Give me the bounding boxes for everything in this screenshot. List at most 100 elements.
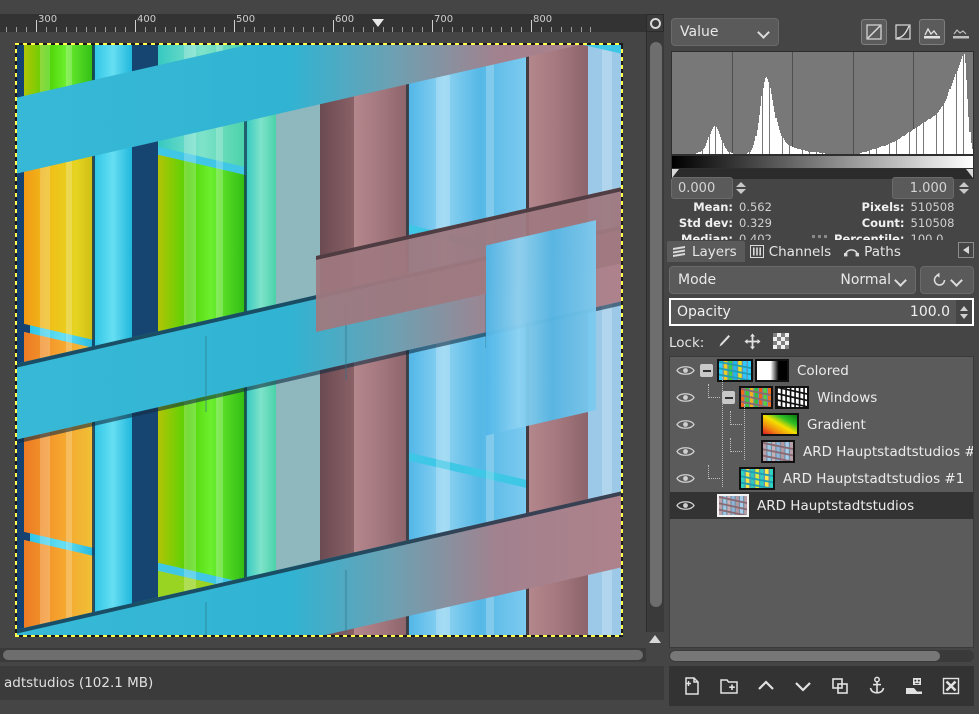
layer-mode-switch-button[interactable] [920,266,974,294]
dock-separator-grip[interactable] [804,234,834,239]
layer-visibility-toggle[interactable] [670,364,700,377]
dock-menu-button[interactable] [958,242,974,258]
layer-name[interactable]: Gradient [807,417,866,433]
layer-visibility-toggle[interactable] [670,391,700,404]
layer-row[interactable]: Colored [670,357,973,384]
layer-row[interactable]: ARD Hauptstadtstudios [670,492,973,519]
histogram-value-gradient [671,155,974,169]
layer-list-horizontal-scrollbar[interactable] [669,650,974,662]
histogram-range-low-input[interactable]: 0.000 [671,177,733,199]
navigate-image-button[interactable] [646,14,664,32]
layer-visibility-toggle[interactable] [670,445,700,458]
duplicate-icon [832,678,848,694]
layer-tree-trunk [722,377,723,487]
layer-lock-row: Lock: [669,332,974,354]
canvas-horizontal-scrollbar[interactable] [0,648,646,662]
logarithmic-histogram-button[interactable] [890,19,916,45]
tab-paths[interactable]: Paths [839,241,909,262]
layer-name[interactable]: Colored [797,363,849,379]
new-layer-group-button[interactable] [714,671,744,701]
layer-list[interactable]: Colored Windows Gradient ARD Hauptstadtstud… [669,356,974,648]
mask-white [757,361,787,380]
histogram-range-high-input[interactable]: 1.000 [892,177,954,199]
layer-mask-thumbnail[interactable] [775,386,809,409]
layer-name[interactable]: ARD Hauptstadtstudios [757,498,914,514]
full-range-icon [924,27,940,39]
merge-down-button[interactable] [899,671,929,701]
histogram-bar [971,149,973,154]
layer-row[interactable]: ARD Hauptstadtstudios #1 [670,465,973,492]
chevron-up-icon [758,680,774,690]
new-layer-button[interactable] [677,671,707,701]
histogram-graph[interactable] [671,51,974,155]
histogram-bar [823,153,825,154]
layer-row[interactable]: Windows [670,384,973,411]
layer-group-expander[interactable] [722,391,735,404]
layer-visibility-toggle[interactable] [670,418,700,431]
horizontal-ruler[interactable]: 300 400 500 600 700 800 [0,14,646,32]
histogram-channel-select[interactable]: Value [671,18,779,46]
anchor-layer-button[interactable] [862,671,892,701]
brush-icon [719,335,731,347]
layer-opacity-row: Opacity 100.0 [669,298,974,328]
canvas-image[interactable] [16,44,622,636]
layer-visibility-toggle[interactable] [670,472,700,485]
layer-name[interactable]: ARD Hauptstadtstudios #2 [803,444,973,460]
selection-range-icon [953,29,969,39]
delete-layer-button[interactable] [936,671,966,701]
lock-position-button[interactable] [744,333,761,354]
visibility-eye-icon [675,501,695,510]
layer-row[interactable]: Gradient [670,411,973,438]
ruler-label: 500 [236,14,256,25]
lock-label: Lock: [669,335,705,351]
layer-opacity-value: 100.0 [909,304,950,320]
stepper-down-icon [960,313,968,319]
stepper-up-icon [959,182,969,187]
layer-mode-value: Normal [840,272,891,288]
layer-mask-thumbnail[interactable] [755,359,789,382]
facade-thumb [763,442,793,461]
layer-name[interactable]: ARD Hauptstadtstudios #1 [783,471,964,487]
duplicate-layer-button[interactable] [825,671,855,701]
layer-tree-connector [708,465,720,479]
layer-list-scroll-thumb[interactable] [670,651,940,661]
layer-thumbnail[interactable] [761,440,795,463]
vertical-scroll-thumb[interactable] [650,42,662,607]
lock-alpha-button[interactable] [773,333,790,353]
layer-opacity-slider[interactable]: Opacity 100.0 [669,298,956,326]
visibility-eye-icon [675,366,695,375]
canvas-area[interactable] [0,32,646,646]
layer-row[interactable]: ARD Hauptstadtstudios #2 [670,438,973,465]
tab-layers[interactable]: Layers [667,241,745,262]
stat-stddev-label: Std dev: [678,216,733,230]
stat-mean: Mean: 0.562 [671,200,823,214]
layer-thumbnail[interactable] [761,413,799,436]
canvas-vertical-scrollbar[interactable] [646,32,664,632]
layer-visibility-toggle[interactable] [670,499,700,512]
layer-mode-select[interactable]: Mode Normal [669,266,916,294]
show-full-range-button[interactable] [919,19,945,45]
show-selection-range-button[interactable] [948,19,974,45]
raise-layer-button[interactable] [751,671,781,701]
navigate-image-icon [649,17,661,29]
range-high-stepper[interactable] [957,177,971,199]
layer-thumbnail[interactable] [739,467,775,490]
canvas-scroll-up-button[interactable] [646,632,664,646]
status-text: adtstudios (102.1 MB) [4,675,154,691]
layer-group-expander[interactable] [700,364,713,377]
chevron-up-icon [649,635,661,643]
linear-histogram-button[interactable] [861,19,887,45]
lock-pixels-button[interactable] [716,333,732,353]
histogram-channel-value: Value [680,24,719,40]
move-icon [744,333,761,349]
horizontal-scroll-thumb[interactable] [3,650,643,660]
tab-channels[interactable]: Channels [745,241,839,262]
lower-layer-button[interactable] [788,671,818,701]
layer-opacity-stepper[interactable] [956,298,974,326]
layer-thumbnail[interactable] [717,494,749,517]
stat-count-label: Count: [861,216,905,230]
range-low-stepper[interactable] [734,177,748,199]
histogram-gridline [732,52,733,154]
status-bar: adtstudios (102.1 MB) [0,666,664,700]
layer-name[interactable]: Windows [817,390,877,406]
